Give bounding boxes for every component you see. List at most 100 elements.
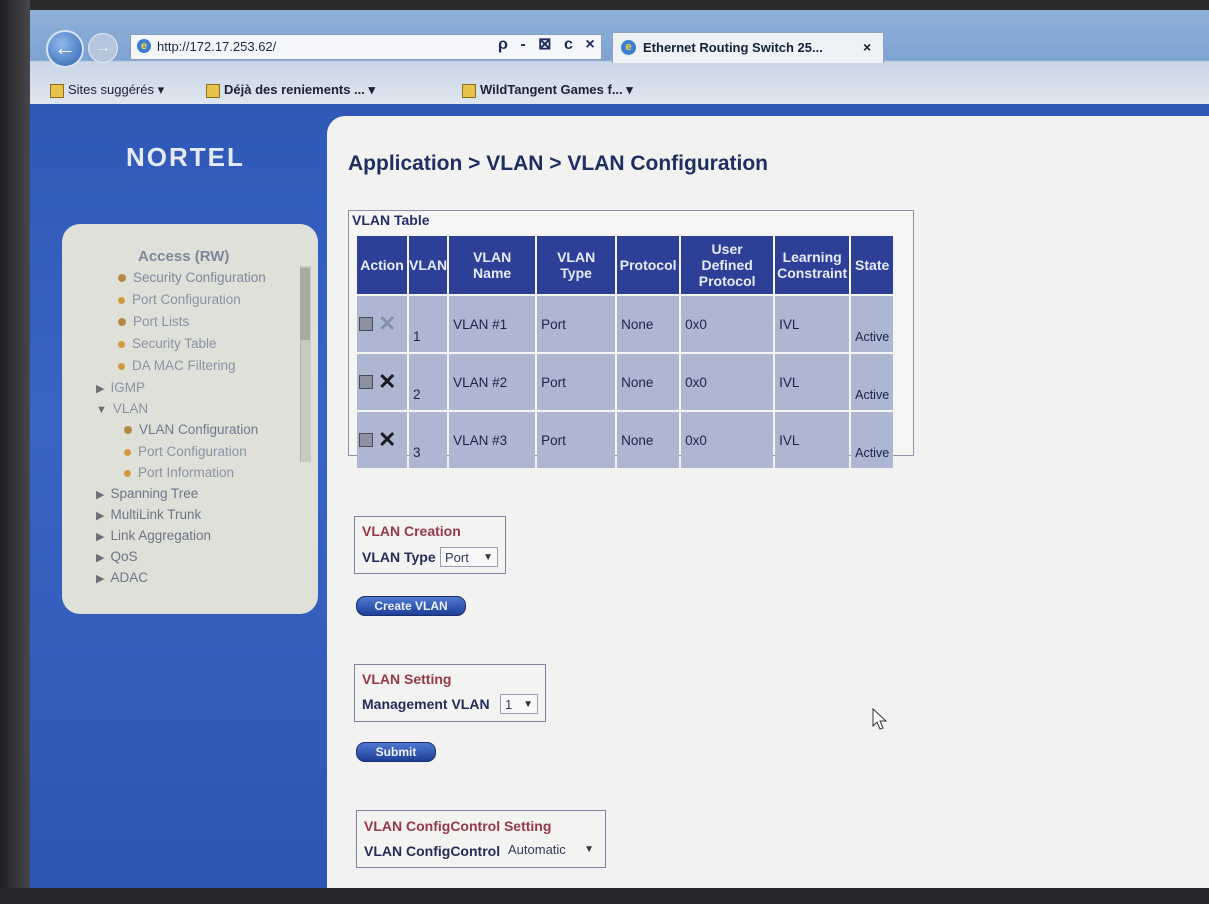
create-vlan-button[interactable]: Create VLAN [356,596,466,616]
table-cell: Active [851,354,894,410]
favorite-wildtangent[interactable]: WildTangent Games f... ▾ [462,82,633,98]
sidebar-item-port-lists[interactable]: Port Lists [118,314,189,329]
edit-icon[interactable] [359,375,373,389]
table-cell: None [617,296,680,352]
column-header-learning-constraint: Learning Constraint [775,236,850,294]
table-cell: IVL [775,296,850,352]
sidebar-item-port-information[interactable]: Port Information [124,465,234,480]
delete-icon[interactable]: ✕ [378,369,396,395]
internet-explorer-icon: e [621,40,636,55]
column-header-protocol: Protocol [617,236,680,294]
vlan-type-select[interactable]: Port ▼ [440,547,498,567]
page-icon [206,83,220,98]
address-tools[interactable]: ρ - ⊠ c × [498,34,599,54]
chevron-right-icon: ▶ [96,383,105,395]
sidebar-item-label: Link Aggregation [110,528,212,543]
chevron-right-icon: ▶ [96,531,105,543]
chevron-down-icon: ▼ [584,844,594,855]
sidebar-item-label: MultiLink Trunk [110,507,202,522]
sidebar-scrollbar-thumb[interactable] [300,268,310,340]
table-cell: Port [537,412,616,468]
page-icon [118,318,126,327]
column-header-state: State [851,236,894,294]
page-icon [118,274,126,283]
sidebar-item-spanning-tree[interactable]: ▶ Spanning Tree [96,486,198,501]
sidebar-item-igmp[interactable]: ▶ IGMP [96,380,145,395]
sidebar-item-security-configuration[interactable]: Security Configuration [118,270,266,285]
delete-icon[interactable]: ✕ [378,427,396,453]
sidebar-item-security-table[interactable]: Security Table [118,336,217,351]
vlan-configcontrol-label: VLAN ConfigControl [364,843,501,859]
internet-explorer-icon: e [137,39,151,53]
sidebar-item-label: Port Information [138,465,235,480]
monitor-bezel-left [0,0,30,904]
bullet-icon [124,448,131,456]
vlan-type-value: Port [445,550,469,565]
column-header-vlan-type: VLAN Type [537,236,616,294]
sidebar-item-vlan-port-configuration[interactable]: Port Configuration [124,444,247,459]
table-cell: VLAN #2 [449,354,536,410]
sidebar-item-da-mac-filtering[interactable]: DA MAC Filtering [118,358,236,373]
table-cell: VLAN #3 [449,412,536,468]
submit-button[interactable]: Submit [356,742,436,762]
mouse-pointer-icon [872,708,888,730]
sidebar-item-multilink-trunk[interactable]: ▶ MultiLink Trunk [96,507,201,522]
sidebar-item-qos[interactable]: ▶ QoS [96,549,137,564]
sidebar-item-label: DA MAC Filtering [132,358,236,373]
column-header-vlan-name: VLAN Name [449,236,536,294]
breadcrumb: Application > VLAN > VLAN Configuration [348,152,768,175]
table-row: ✕ 3 VLAN #3 Port None 0x0 IVL Active [357,412,894,468]
table-cell: 0x0 [681,354,774,410]
favorite-label: Déjà des reniements ... ▾ [224,82,376,97]
table-cell: Port [537,296,616,352]
column-header-action: Action [357,236,407,294]
vlan-creation-title: VLAN Creation [362,523,461,539]
edit-icon[interactable] [359,317,373,331]
tab-title: Ethernet Routing Switch 25... [643,40,823,55]
sidebar-item-label: Port Configuration [138,444,247,459]
sidebar-item-label: ADAC [110,570,148,585]
chevron-right-icon: ▶ [96,510,105,522]
table-cell: IVL [775,412,850,468]
back-button[interactable]: ← [46,30,84,68]
sidebar-item-adac[interactable]: ▶ ADAC [96,570,148,585]
sidebar-item-label: Security Configuration [133,270,266,285]
sidebar-item-port-configuration[interactable]: Port Configuration [118,292,241,307]
sidebar-item-label: Security Table [132,336,217,351]
action-cell: ✕ [357,296,407,352]
monitor-bezel-bottom [0,888,1209,904]
forward-button[interactable]: → [88,33,118,63]
favorite-deja-des-reniements[interactable]: Déjà des reniements ... ▾ [206,82,375,98]
vlan-configcontrol-select[interactable]: Automatic ▼ [504,840,598,860]
sidebar-item-label: VLAN Configuration [139,422,259,437]
sidebar-item-label: QoS [110,549,138,564]
chevron-down-icon: ▼ [483,552,493,563]
delete-icon[interactable]: ✕ [378,311,396,337]
chevron-right-icon: ▶ [96,489,105,501]
action-cell: ✕ [357,354,407,410]
bullet-icon [118,340,125,348]
table-cell: 0x0 [681,296,774,352]
table-cell: 1 [409,296,448,352]
browser-tab[interactable]: e Ethernet Routing Switch 25... × [612,32,884,63]
sidebar-item-vlan[interactable]: ▼ VLAN [96,401,148,416]
bullet-icon [118,296,125,304]
tab-close-icon[interactable]: × [863,39,871,55]
favorite-label: Sites suggérés ▾ [68,82,165,97]
monitor-bezel-top [0,0,1209,10]
favorite-sites-suggeres[interactable]: Sites suggérés ▾ [50,82,164,98]
table-cell: Port [537,354,616,410]
sidebar-item-link-aggregation[interactable]: ▶ Link Aggregation [96,528,211,543]
sidebar-item-label: Spanning Tree [110,486,199,501]
column-header-user-defined-protocol: User Defined Protocol [681,236,774,294]
sidebar-item-label: Port Configuration [132,292,241,307]
sidebar-item-vlan-configuration[interactable]: VLAN Configuration [124,422,258,437]
edit-icon[interactable] [359,433,373,447]
column-header-vlan: VLAN [409,236,448,294]
favorite-label: WildTangent Games f... ▾ [480,82,633,97]
action-cell: ✕ [357,412,407,468]
table-cell: Active [851,412,894,468]
table-cell: 2 [409,354,448,410]
chevron-right-icon: ▶ [96,552,105,564]
management-vlan-select[interactable]: 1 ▼ [500,694,538,714]
